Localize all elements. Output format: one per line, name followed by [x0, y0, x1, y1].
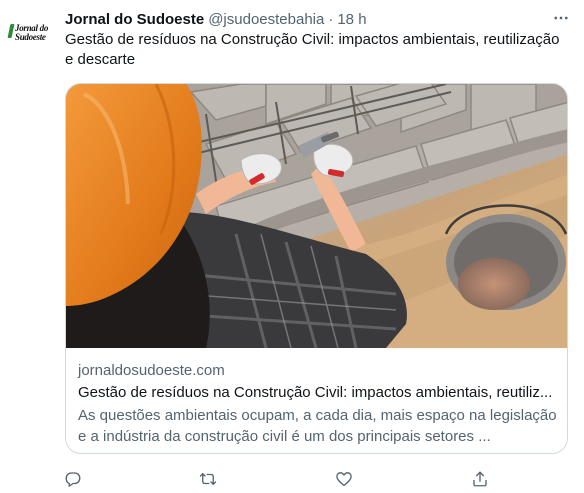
tweet-timestamp[interactable]: 18 h	[337, 11, 366, 28]
share-icon	[473, 471, 487, 487]
reply-button[interactable]	[58, 466, 88, 492]
reply-icon	[65, 472, 81, 487]
card-image[interactable]	[66, 84, 567, 348]
card-meta: jornaldosudoeste.com Gestão de resíduos …	[78, 361, 558, 447]
card-domain: jornaldosudoeste.com	[78, 362, 225, 379]
more-options-button[interactable]	[548, 6, 574, 30]
tweet-header: Jornal do Sudoeste @jsudoestebahia · 18 …	[65, 9, 367, 29]
share-button[interactable]	[465, 466, 495, 492]
tweet-actions	[0, 466, 584, 492]
like-button[interactable]	[329, 466, 359, 492]
card-photo-construction-worker	[66, 84, 567, 348]
logo-text-line2: Sudoeste	[15, 32, 46, 42]
jornal-do-sudoeste-logo: Jornal do Sudoeste	[7, 22, 52, 44]
card-description: As questões ambientais ocupam, a cada di…	[78, 407, 557, 445]
retweet-button[interactable]	[193, 466, 223, 492]
tweet-text: Gestão de resíduos na Construção Civil: …	[65, 31, 560, 68]
retweet-icon	[199, 473, 217, 485]
card-title: Gestão de resíduos na Construção Civil: …	[78, 384, 553, 401]
like-heart-icon	[336, 472, 352, 487]
author-handle[interactable]: @jsudoestebahia	[208, 11, 324, 28]
logo-mark-icon	[7, 24, 15, 38]
more-horizontal-icon	[554, 16, 568, 20]
separator-dot: ·	[328, 10, 334, 28]
link-preview-card[interactable]: jornaldosudoeste.com Gestão de resíduos …	[65, 83, 568, 454]
author-display-name[interactable]: Jornal do Sudoeste	[65, 11, 204, 28]
avatar[interactable]: Jornal do Sudoeste	[6, 8, 54, 56]
